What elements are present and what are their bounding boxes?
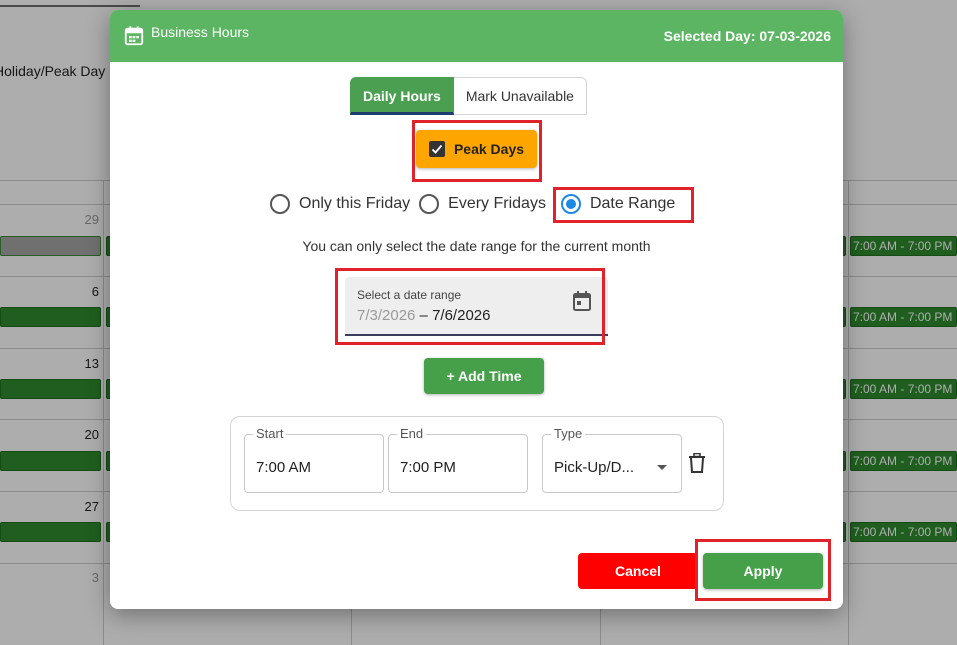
radio-only-this-friday[interactable]: Only this Friday xyxy=(270,194,410,214)
checkbox-checked-icon[interactable] xyxy=(428,141,445,157)
start-time-field[interactable]: Start 7:00 AM xyxy=(244,426,384,493)
radio-label: Date Range xyxy=(589,195,676,212)
type-select[interactable]: Type Pick-Up/D... xyxy=(542,426,682,493)
radio-date-range[interactable]: Date Range xyxy=(560,194,676,214)
date-range-value[interactable]: 7/3/2026 – 7/6/2026 xyxy=(357,307,490,324)
selected-day: Selected Day: 07-03-2026 xyxy=(663,28,831,44)
date-range-input[interactable]: Select a date range 7/3/2026 – 7/6/2026 xyxy=(345,277,608,336)
type-value[interactable]: Pick-Up/D... xyxy=(554,459,650,476)
peak-days-label: Peak Days xyxy=(453,141,525,157)
range-separator: – xyxy=(415,307,433,324)
repeat-options: Only this Friday Every Fridays Date Rang… xyxy=(270,194,684,214)
tab-mark-unavailable[interactable]: Mark Unavailable xyxy=(453,77,587,115)
dialog-title: Business Hours xyxy=(151,24,250,40)
range-start-date[interactable]: 7/3/2026 xyxy=(357,307,415,324)
calendar-icon[interactable] xyxy=(572,290,592,312)
radio-checked-icon[interactable] xyxy=(560,194,581,214)
hours-tabs: Daily Hours Mark Unavailable xyxy=(350,77,587,115)
radio-label: Every Fridays xyxy=(448,195,546,212)
date-range-hint: You can only select the date range for t… xyxy=(302,238,651,254)
tab-daily-hours[interactable]: Daily Hours xyxy=(350,77,454,115)
time-slot-card: Start 7:00 AM End 7:00 PM Type Pick-Up/D… xyxy=(230,416,724,511)
trash-icon[interactable] xyxy=(688,453,706,473)
start-time-value[interactable]: 7:00 AM xyxy=(256,459,311,476)
type-label: Type xyxy=(551,426,586,441)
chevron-down-icon[interactable] xyxy=(657,465,667,470)
cancel-button[interactable]: Cancel xyxy=(578,553,698,589)
add-time-button[interactable]: + Add Time xyxy=(424,358,544,394)
apply-button[interactable]: Apply xyxy=(703,553,823,589)
peak-days-toggle[interactable]: Peak Days xyxy=(416,130,537,168)
range-end-date[interactable]: 7/6/2026 xyxy=(432,307,490,324)
radio-unchecked-icon[interactable] xyxy=(419,194,440,214)
radio-unchecked-icon[interactable] xyxy=(270,194,290,214)
radio-label: Only this Friday xyxy=(299,195,411,212)
date-range-label: Select a date range xyxy=(357,288,462,302)
dialog-header: Business Hours Selected Day: 07-03-2026 xyxy=(110,10,843,62)
radio-every-fridays[interactable]: Every Fridays xyxy=(419,194,546,214)
end-time-value[interactable]: 7:00 PM xyxy=(400,459,456,476)
start-time-label: Start xyxy=(253,426,287,441)
business-hours-dialog: Business Hours Selected Day: 07-03-2026 … xyxy=(110,10,843,609)
end-time-field[interactable]: End 7:00 PM xyxy=(388,426,528,493)
end-time-label: End xyxy=(397,426,427,441)
calendar-icon xyxy=(124,26,144,46)
